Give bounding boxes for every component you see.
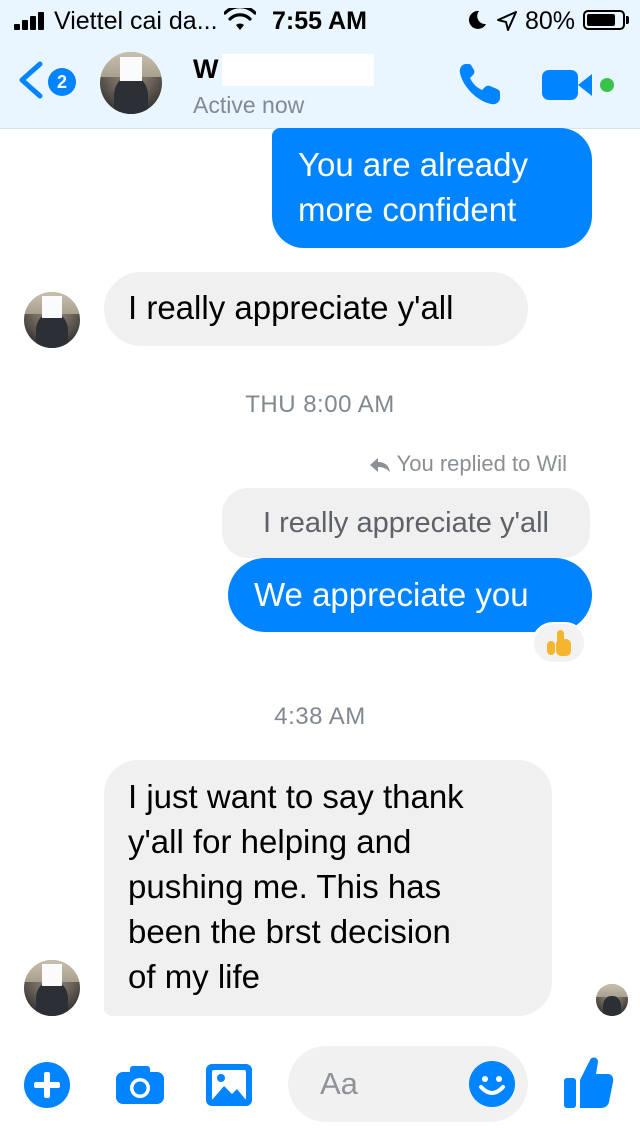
- message-text-line: I just want to say thank: [128, 778, 464, 815]
- seen-receipt-avatar: [596, 984, 628, 1016]
- video-call-button[interactable]: [542, 66, 614, 100]
- timestamp: 4:38 AM: [274, 703, 366, 730]
- gallery-icon[interactable]: [204, 1062, 254, 1108]
- camera-icon[interactable]: [114, 1064, 166, 1106]
- contact-avatar[interactable]: [100, 52, 162, 114]
- message-bubble-outgoing[interactable]: We appreciate you: [228, 558, 592, 632]
- top-bar: Viettel cai da... 7:55 AM 80% 2 W Active…: [0, 0, 640, 129]
- carrier-name: Viettel cai da...: [54, 7, 218, 35]
- sender-avatar: [24, 292, 80, 348]
- conversation-header: 2 W Active now: [0, 40, 640, 128]
- message-text-line: y'all for helping and: [128, 823, 412, 860]
- message-text-line: of my life: [128, 958, 261, 995]
- reaction-badge[interactable]: [532, 622, 586, 664]
- status-bar: Viettel cai da... 7:55 AM 80%: [0, 0, 640, 40]
- timestamp: THU 8:00 AM: [245, 391, 395, 418]
- signal-icon: [14, 12, 48, 30]
- thumbs-up-emoji-icon: [545, 629, 573, 657]
- message-text: We appreciate you: [254, 576, 529, 613]
- battery-nub: [626, 16, 629, 24]
- like-icon[interactable]: [562, 1054, 614, 1110]
- message-text-line: been the brst decision: [128, 913, 451, 950]
- battery-icon: [583, 10, 625, 30]
- status-time: 7:55 AM: [272, 7, 367, 35]
- plus-icon[interactable]: [24, 1062, 70, 1108]
- battery-percent: 80%: [525, 7, 576, 35]
- composer-bar: Aa: [0, 1040, 640, 1136]
- phone-icon[interactable]: [456, 60, 504, 108]
- message-input-placeholder: Aa: [320, 1066, 358, 1101]
- contact-name[interactable]: W: [193, 54, 218, 85]
- moon-icon: [468, 10, 486, 29]
- reply-arrow-icon: [369, 458, 390, 472]
- active-status: Active now: [193, 92, 305, 118]
- sender-avatar: [24, 960, 80, 1016]
- message-bubble-incoming[interactable]: I just want to say thank y'all for helpi…: [104, 760, 552, 1016]
- video-lens-shape: [578, 74, 592, 96]
- quoted-message[interactable]: I really appreciate y'all: [222, 488, 590, 558]
- message-text-line: more confident: [298, 191, 517, 228]
- wifi-icon: [224, 8, 256, 30]
- location-arrow-icon: [497, 11, 517, 31]
- online-dot-icon: [600, 78, 614, 92]
- reply-indicator-text: You replied to Wil: [396, 451, 567, 476]
- message-text: I really appreciate y'all: [128, 289, 454, 326]
- name-redaction: [222, 54, 374, 86]
- message-text-line: pushing me. This has: [128, 868, 442, 905]
- back-chevron-icon[interactable]: [14, 60, 46, 100]
- emoji-icon[interactable]: [468, 1060, 516, 1108]
- unread-badge[interactable]: 2: [48, 68, 76, 96]
- message-bubble-incoming[interactable]: I really appreciate y'all: [104, 272, 528, 346]
- video-camera-icon: [542, 70, 578, 100]
- message-text-line: You are already: [298, 146, 528, 183]
- reply-indicator: You replied to Wil: [369, 451, 567, 477]
- message-bubble-outgoing[interactable]: You are already more confident: [272, 128, 592, 248]
